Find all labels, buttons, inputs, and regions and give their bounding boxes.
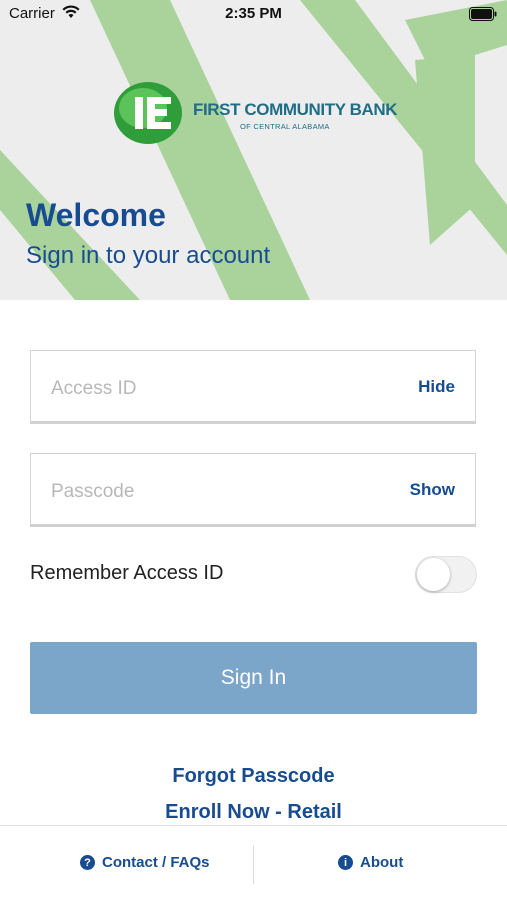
- info-icon: i: [338, 855, 353, 870]
- clock: 2:35 PM: [225, 5, 282, 22]
- bank-logo-icon: [113, 80, 189, 151]
- remember-access-id-label: Remember Access ID: [30, 562, 224, 584]
- status-bar: Carrier 2:35 PM: [0, 0, 507, 30]
- welcome-subtitle: Sign in to your account: [26, 242, 271, 269]
- contact-faqs-label: Contact / FAQs: [102, 854, 210, 871]
- bank-logo-text: FIRST COMMUNITY BANK OF CENTRAL ALABAMA: [193, 100, 398, 131]
- passcode-input[interactable]: [49, 476, 353, 508]
- contact-faqs-button[interactable]: ? Contact / FAQs: [80, 854, 210, 871]
- battery-icon: [469, 7, 497, 25]
- bank-name: FIRST COMMUNITY BANK: [193, 100, 398, 119]
- remember-access-id-toggle[interactable]: [415, 556, 477, 593]
- toggle-knob: [417, 558, 450, 591]
- hero-banner: Carrier 2:35 PM FIRST COMMUNITY BANK OF …: [0, 0, 507, 300]
- enroll-now-link[interactable]: Enroll Now - Retail: [0, 801, 507, 824]
- bank-tagline: OF CENTRAL ALABAMA: [240, 122, 330, 131]
- about-label: About: [360, 854, 404, 871]
- welcome-title: Welcome: [26, 197, 166, 233]
- forgot-passcode-link[interactable]: Forgot Passcode: [0, 765, 507, 788]
- footer-divider: [253, 846, 254, 884]
- sign-in-button[interactable]: Sign In: [30, 642, 477, 714]
- about-button[interactable]: i About: [338, 854, 403, 871]
- footer-bar: ? Contact / FAQs i About: [0, 825, 507, 901]
- passcode-field: Show: [30, 453, 476, 527]
- question-icon: ?: [80, 855, 95, 870]
- access-id-field: Hide: [30, 350, 476, 424]
- show-passcode-button[interactable]: Show: [410, 480, 455, 500]
- access-id-input[interactable]: [49, 373, 353, 405]
- hide-access-id-button[interactable]: Hide: [418, 377, 455, 397]
